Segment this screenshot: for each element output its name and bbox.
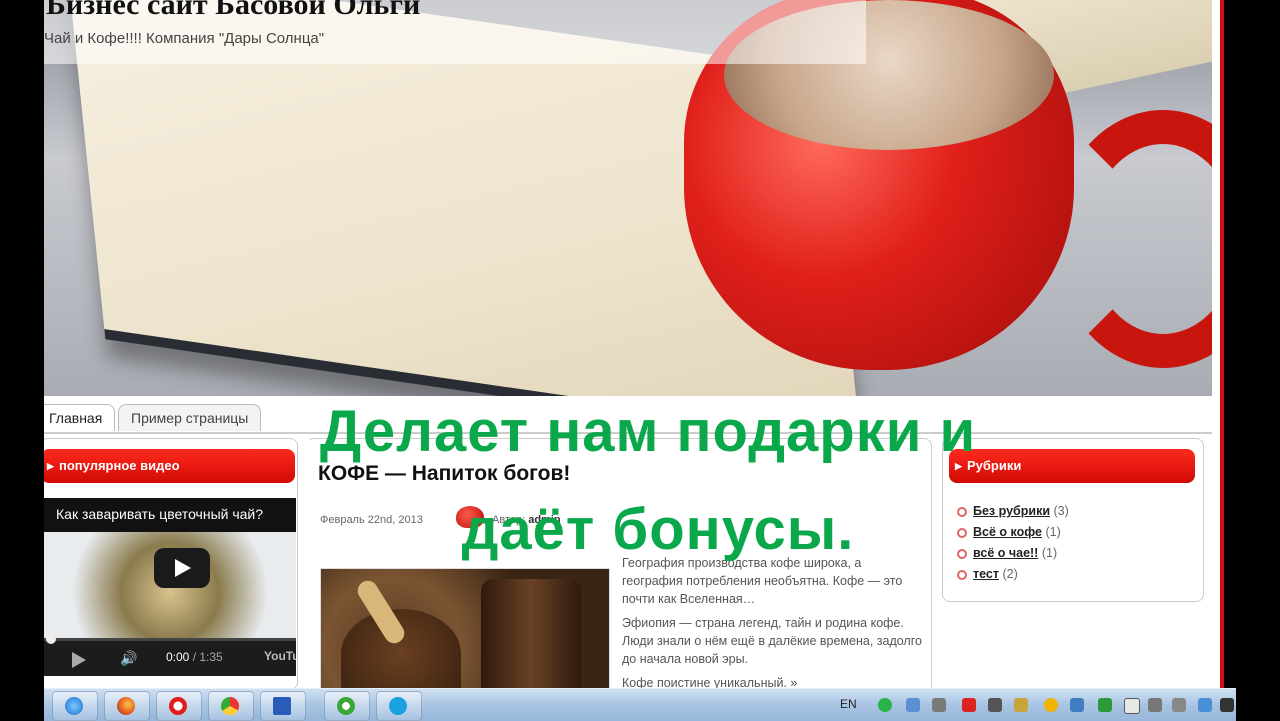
- coffee-beans-image: [341, 609, 461, 699]
- category-count: (2): [1002, 567, 1018, 581]
- site-subtitle: Чай и Кофе!!!! Компания "Дары Солнца": [44, 30, 325, 47]
- bullet-icon: [957, 570, 967, 580]
- tray-weather-icon[interactable]: [1044, 698, 1058, 712]
- youtube-logo[interactable]: YouTube: [264, 649, 296, 663]
- taskbar-utorrent-button[interactable]: [324, 691, 370, 721]
- post-image: [320, 568, 610, 700]
- site-header: Бизнес сайт Басовой Ольги Чай и Кофе!!!!…: [44, 0, 1212, 396]
- tray-antivirus-icon[interactable]: [962, 698, 976, 712]
- tray-music-icon[interactable]: [1220, 698, 1234, 712]
- tray-display-icon[interactable]: [1070, 698, 1084, 712]
- chrome-icon: [221, 697, 239, 715]
- tray-app-icon[interactable]: [932, 698, 946, 712]
- skype-icon: [389, 697, 407, 715]
- taskbar-word-button[interactable]: [260, 691, 306, 721]
- post: КОФЕ — Напиток богов! Февраль 22nd, 2013…: [306, 440, 928, 700]
- grinder-image: [481, 579, 581, 699]
- taskbar-firefox-button[interactable]: [104, 691, 150, 721]
- header-cup-handle: [1054, 110, 1212, 368]
- tray-network-icon[interactable]: [878, 698, 892, 712]
- taskbar-chrome-button[interactable]: [208, 691, 254, 721]
- post-title[interactable]: КОФЕ — Напиток богов!: [318, 462, 570, 486]
- category-link[interactable]: тест: [973, 567, 999, 581]
- overlay-caption-line-2: даёт бонусы.: [461, 497, 855, 562]
- control-play-icon[interactable]: [72, 652, 86, 668]
- opera-icon: [169, 697, 187, 715]
- site-title[interactable]: Бизнес сайт Басовой Ольги: [46, 0, 420, 22]
- tray-flag-icon[interactable]: [1124, 698, 1140, 714]
- video-controls: 🔊 0:00 / 1:35 YouTube: [44, 634, 296, 676]
- utorrent-icon: [337, 697, 355, 715]
- tray-dropbox-icon[interactable]: [906, 698, 920, 712]
- taskbar-ie-button[interactable]: [52, 691, 98, 721]
- video-time-current: 0:00: [166, 650, 190, 664]
- tray-monitor-icon[interactable]: [1198, 698, 1212, 712]
- internet-explorer-icon: [65, 697, 83, 715]
- tray-tools-icon[interactable]: [1014, 698, 1028, 712]
- tray-device-icon[interactable]: [1172, 698, 1186, 712]
- video-progress-bar[interactable]: [44, 634, 296, 644]
- volume-icon[interactable]: 🔊: [120, 650, 137, 667]
- post-excerpt: География производства кофе широка, а ге…: [622, 554, 922, 698]
- video-time: 0:00 / 1:35: [166, 650, 223, 664]
- overlay-caption-line-1: Делает нам подарки и: [319, 399, 977, 464]
- tray-signal-icon[interactable]: [988, 698, 1002, 712]
- firefox-icon: [117, 697, 135, 715]
- taskbar-skype-button[interactable]: [376, 691, 422, 721]
- tray-clipboard-icon[interactable]: [1148, 698, 1162, 712]
- tray-wifi-icon[interactable]: [1098, 698, 1112, 712]
- taskbar-opera-button[interactable]: [156, 691, 202, 721]
- windows-taskbar: EN: [44, 688, 1236, 721]
- page-border-right: [1220, 0, 1224, 690]
- video-time-separator: /: [189, 650, 200, 664]
- browser-page: Бизнес сайт Басовой Ольги Чай и Кофе!!!!…: [44, 0, 1224, 720]
- word-icon: [273, 697, 291, 715]
- scrubber-handle[interactable]: [46, 634, 56, 644]
- post-paragraph: Эфиопия — страна легенд, тайн и родина к…: [622, 616, 922, 666]
- language-indicator[interactable]: EN: [840, 697, 857, 711]
- video-time-total: 1:35: [199, 650, 223, 664]
- list-item: тест (2): [957, 564, 1069, 585]
